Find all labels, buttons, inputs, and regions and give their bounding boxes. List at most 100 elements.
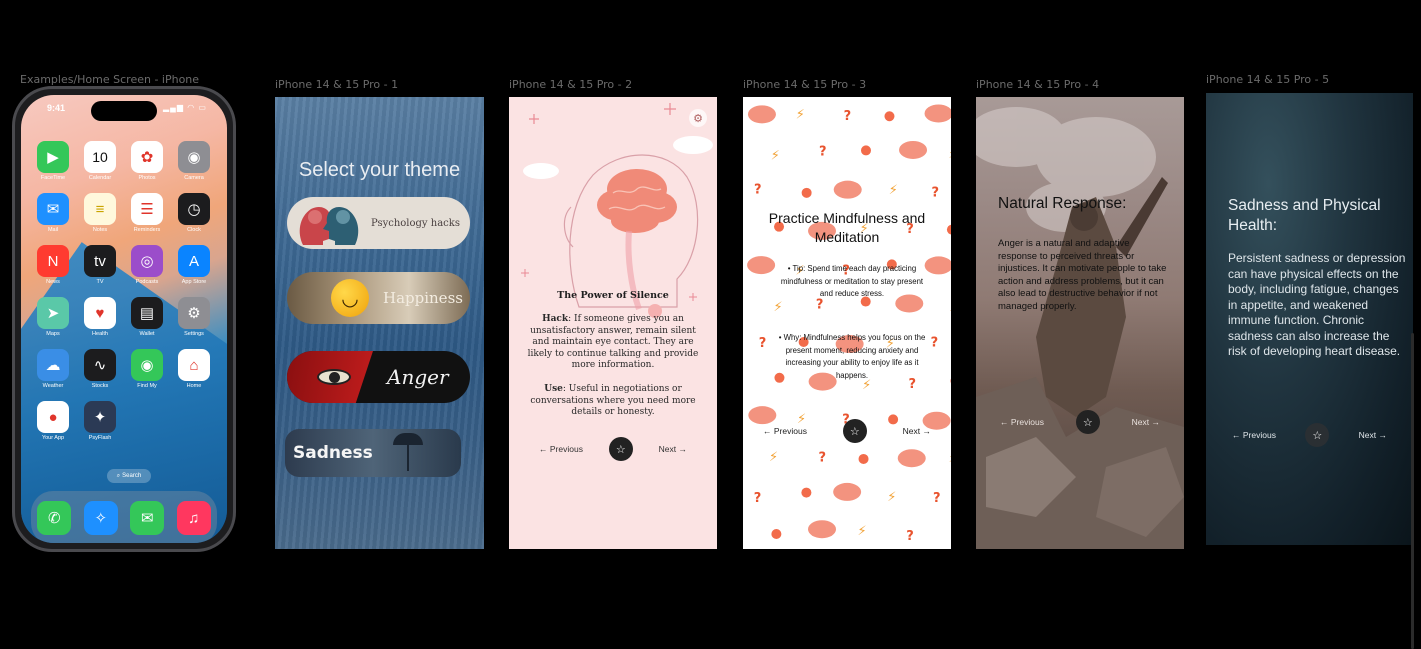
app-wallet[interactable]: ▤ Wallet (131, 297, 163, 337)
dock: ✆ ✧ ✉ ♫ (31, 491, 217, 543)
app-psyflash[interactable]: ✦ PsyFlash (84, 401, 116, 441)
favorite-star-button[interactable]: ☆ (842, 419, 867, 443)
pattern-motif (924, 256, 951, 275)
app-health[interactable]: ♥ Health (84, 297, 116, 337)
previous-button[interactable]: ← Previous (1000, 417, 1044, 427)
home-screen: 9:41 ▂▄▆ ◠ ▭ ▶ FaceTime 10 Calendar ✿ Photos ◉… (21, 95, 227, 543)
music-icon[interactable]: ♫ (176, 501, 211, 535)
app-label: Health (92, 331, 108, 337)
previous-button[interactable]: ← Previous (539, 444, 583, 454)
soldier-photo-background (976, 107, 1184, 549)
pattern-motif: ⚡ (948, 147, 951, 162)
smiley-icon: ◡ (331, 279, 369, 317)
frame-label-3[interactable]: iPhone 14 & 15 Pro - 3 (743, 78, 866, 91)
frame-label-5[interactable]: iPhone 14 & 15 Pro - 5 (1206, 73, 1329, 86)
phone-icon[interactable]: ✆ (37, 501, 72, 535)
weather-icon: ☁ (37, 349, 69, 381)
photos-icon: ✿ (131, 141, 163, 173)
frame-label-4[interactable]: iPhone 14 & 15 Pro - 4 (976, 78, 1099, 91)
app-find-my[interactable]: ◉ Find My (131, 349, 163, 389)
theme-sadness[interactable]: Sadness (285, 429, 461, 477)
frame-select-theme[interactable]: Select your theme Psychology hacks ◡ Hap… (275, 97, 484, 549)
pattern-motif (899, 140, 928, 159)
mail-icon: ✉ (37, 193, 69, 225)
brain-pattern-background: ⚡?⚡?⚡?⚡?⚡?⚡?⚡?⚡?⚡?⚡?⚡?⚡?⚡?⚡?⚡? (747, 104, 951, 544)
app-settings[interactable]: ⚙ Settings (178, 297, 210, 337)
next-button[interactable]: Next → (1359, 430, 1387, 440)
next-button[interactable]: Next → (659, 444, 687, 454)
previous-label: Previous (773, 426, 807, 436)
frame-mindfulness[interactable]: ⚡?⚡?⚡?⚡?⚡?⚡?⚡?⚡?⚡?⚡?⚡?⚡?⚡?⚡?⚡? Practice … (743, 97, 951, 549)
app-label: Reminders (133, 227, 161, 233)
previous-button[interactable]: ← Previous (763, 426, 807, 436)
calendar-icon: 10 (84, 141, 116, 173)
safari-icon[interactable]: ✧ (83, 501, 118, 535)
previous-button[interactable]: ← Previous (1232, 430, 1276, 440)
favorite-star-button[interactable]: ☆ (1075, 410, 1100, 434)
app-podcasts[interactable]: ◎ Podcasts (131, 245, 163, 285)
theme-psychology-hacks[interactable]: Psychology hacks (287, 197, 470, 249)
stocks-icon: ∿ (84, 349, 116, 381)
canvas-scrollbar[interactable] (1411, 333, 1414, 649)
why-content: Why: Mindfulness helps you focus on the … (783, 333, 926, 380)
two-heads-icon (299, 206, 359, 245)
app-photos[interactable]: ✿ Photos (131, 141, 163, 181)
frame-label-1[interactable]: iPhone 14 & 15 Pro - 1 (275, 78, 398, 91)
settings-icon[interactable]: ⚙ (689, 109, 707, 127)
theme-happiness[interactable]: ◡ Happiness (287, 272, 470, 324)
frame-sadness-health[interactable]: Sadness and Physical Health: Persistent … (1206, 93, 1413, 545)
app-label: Clock (187, 227, 201, 233)
next-button[interactable]: Next → (1132, 417, 1160, 427)
video-icon: ▶ (37, 141, 69, 173)
use-paragraph: Use: Useful in negotiations or conversat… (521, 384, 705, 419)
frame-natural-response[interactable]: Natural Response: Anger is a natural and… (976, 97, 1184, 549)
pattern-motif (884, 111, 895, 122)
frame-label-2[interactable]: iPhone 14 & 15 Pro - 2 (509, 78, 632, 91)
frame-label-home[interactable]: Examples/Home Screen - iPhone (20, 73, 199, 86)
app-reminders[interactable]: ☰ Reminders (131, 193, 163, 233)
favorite-star-button[interactable]: ☆ (608, 437, 633, 461)
pattern-motif: ⚡ (769, 450, 778, 465)
next-label: Next (1358, 430, 1377, 440)
app-stocks[interactable]: ∿ Stocks (84, 349, 116, 389)
pattern-motif (860, 145, 871, 156)
app-grid: ▶ FaceTime 10 Calendar ✿ Photos ◉ Camera ✉ Mail ≡ N… (37, 141, 217, 441)
maps-icon: ➤ (37, 297, 69, 329)
pattern-motif: ⚡ (774, 300, 783, 315)
pattern-motif (833, 482, 862, 501)
pattern-motif: ⚡ (949, 300, 951, 315)
body-text: Anger is a natural and adaptive response… (998, 238, 1167, 312)
app-clock[interactable]: ◷ Clock (178, 193, 210, 233)
pupil-icon (329, 372, 340, 383)
psyflash-icon: ✦ (84, 401, 116, 433)
home-icon: ⌂ (178, 349, 210, 381)
favorite-star-button[interactable]: ☆ (1305, 423, 1330, 447)
body-text: Persistent sadness or depression can hav… (1228, 251, 1406, 358)
app-video[interactable]: ▶ FaceTime (37, 141, 69, 181)
clock-icon: ◷ (178, 193, 210, 225)
app-news[interactable]: N News (37, 245, 69, 285)
app-app-store[interactable]: A App Store (178, 245, 210, 285)
app-your-app[interactable]: ● Your App (37, 401, 69, 441)
app-camera[interactable]: ◉ Camera (178, 141, 210, 181)
app-home[interactable]: ⌂ Home (178, 349, 210, 389)
pattern-motif: ⚡ (889, 183, 898, 198)
pattern-motif (833, 180, 862, 199)
frame-power-of-silence[interactable]: ⚙ The Power of Silence Hack: If someone … (509, 97, 717, 549)
app-label: PsyFlash (88, 435, 112, 441)
messages-icon[interactable]: ✉ (130, 501, 165, 535)
design-canvas: Examples/Home Screen - iPhone iPhone 14 … (0, 0, 1421, 649)
iphone-mockup[interactable]: 9:41 ▂▄▆ ◠ ▭ ▶ FaceTime 10 Calendar ✿ Photos ◉… (12, 86, 236, 552)
app-label: Your App (41, 435, 65, 441)
app-weather[interactable]: ☁ Weather (37, 349, 69, 389)
app-notes[interactable]: ≡ Notes (84, 193, 116, 233)
search-pill[interactable]: ⌕ Search (107, 469, 151, 483)
app-calendar[interactable]: 10 Calendar (84, 141, 116, 181)
pattern-motif: ? (933, 491, 941, 506)
app-maps[interactable]: ➤ Maps (37, 297, 69, 337)
app-tv[interactable]: tv TV (84, 245, 116, 285)
pattern-motif: ? (819, 451, 827, 466)
next-button[interactable]: Next → (903, 426, 931, 436)
app-mail[interactable]: ✉ Mail (37, 193, 69, 233)
theme-anger[interactable]: Anger (287, 351, 470, 403)
